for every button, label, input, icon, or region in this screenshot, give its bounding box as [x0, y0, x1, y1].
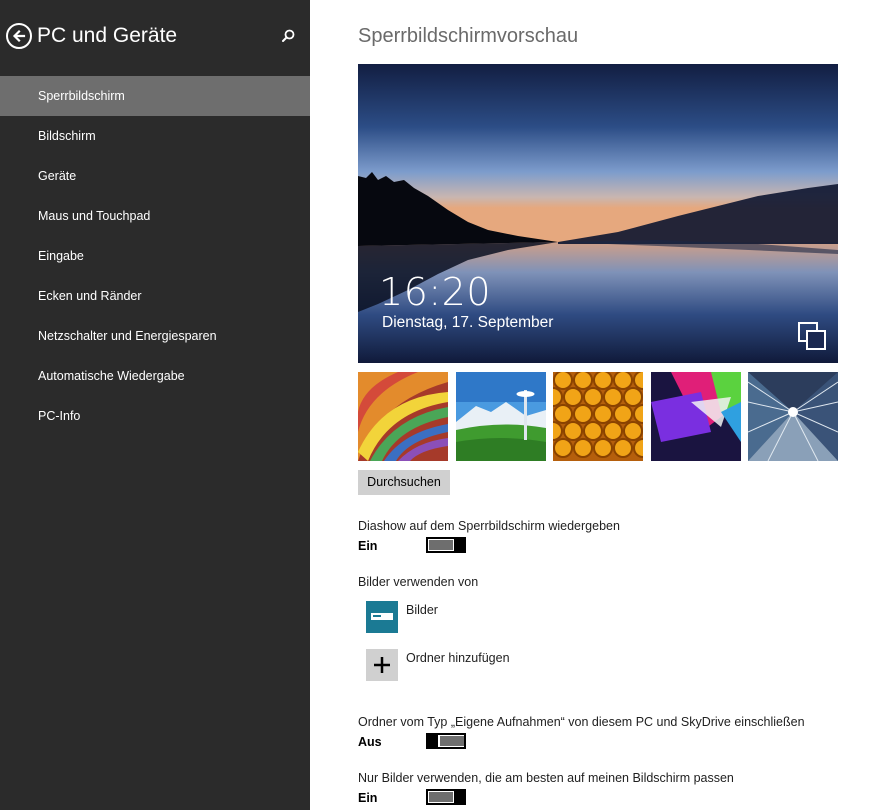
search-icon[interactable]	[280, 28, 296, 44]
background-thumbnails	[358, 372, 838, 461]
sidebar-title: PC und Geräte	[37, 24, 178, 47]
camera-roll-state: Aus	[358, 735, 382, 749]
slideshow-state: Ein	[358, 539, 378, 553]
sidebar-item-eingabe[interactable]: Eingabe	[0, 236, 310, 276]
thumbnail-honeycomb[interactable]	[553, 372, 643, 461]
toggle-fill	[429, 540, 453, 550]
thumbnail-space-needle[interactable]	[455, 372, 546, 461]
lock-screen-time: 16:20	[379, 270, 492, 314]
camera-roll-toggle[interactable]	[426, 733, 466, 749]
best-fit-label: Nur Bilder verwenden, die am besten auf …	[358, 771, 734, 785]
sidebar-item-sperrbildschirm[interactable]: Sperrbildschirm	[0, 76, 310, 116]
toggle-knob	[454, 537, 464, 553]
camera-roll-label: Ordner vom Typ „Eigene Aufnahmen“ von di…	[358, 715, 805, 729]
sidebar-nav: Sperrbildschirm Bildschirm Geräte Maus u…	[0, 76, 310, 436]
thumbnail-light-tunnel[interactable]	[748, 372, 838, 461]
browse-button[interactable]: Durchsuchen	[358, 470, 450, 495]
slideshow-label: Diashow auf dem Sperrbildschirm wiederge…	[358, 519, 620, 533]
slideshow-toggle[interactable]	[426, 537, 466, 553]
toggle-fill	[429, 792, 453, 802]
thumbnail-colored-ribbons[interactable]	[358, 372, 448, 461]
sidebar-item-maus-touchpad[interactable]: Maus und Touchpad	[0, 196, 310, 236]
toggle-knob	[454, 789, 464, 805]
best-fit-state: Ein	[358, 791, 378, 805]
lock-screen-date: Dienstag, 17. September	[382, 314, 554, 331]
plus-icon	[374, 657, 390, 673]
sidebar-item-geraete[interactable]: Geräte	[0, 156, 310, 196]
best-fit-toggle[interactable]	[426, 789, 466, 805]
pictures-folder-icon	[371, 613, 393, 620]
sidebar-item-bildschirm[interactable]: Bildschirm	[0, 116, 310, 156]
back-arrow-icon	[12, 29, 26, 43]
add-folder-button[interactable]	[366, 649, 398, 681]
sidebar-item-netzschalter[interactable]: Netzschalter und Energiesparen	[0, 316, 310, 356]
lock-screen-preview: 16:20 Dienstag, 17. September	[358, 64, 838, 363]
toggle-fill	[440, 736, 464, 746]
page-title: Sperrbildschirmvorschau	[358, 25, 579, 47]
toggle-knob	[428, 733, 438, 749]
back-button[interactable]	[6, 23, 32, 49]
sidebar-item-ecken-raender[interactable]: Ecken und Ränder	[0, 276, 310, 316]
sidebar-item-pc-info[interactable]: PC-Info	[0, 396, 310, 436]
thumbnail-geometric-shapes[interactable]	[650, 372, 741, 461]
pictures-folder-label: Bilder	[406, 603, 438, 617]
add-folder-label: Ordner hinzufügen	[406, 651, 510, 665]
sidebar-item-autowiedergabe[interactable]: Automatische Wiedergabe	[0, 356, 310, 396]
sources-label: Bilder verwenden von	[358, 575, 479, 589]
camera-icon	[798, 322, 828, 352]
pictures-folder-button[interactable]	[366, 601, 398, 633]
sidebar: PC und Geräte Sperrbildschirm Bildschirm…	[0, 0, 310, 810]
